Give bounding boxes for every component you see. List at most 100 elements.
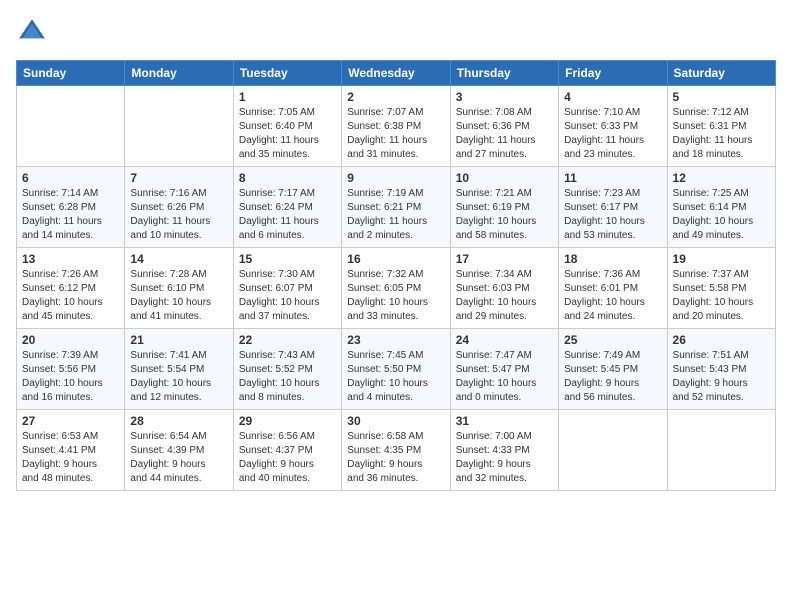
calendar-cell: 27 Sunrise: 6:53 AM Sunset: 4:41 PM Dayli… [17, 410, 125, 491]
day-number: 20 [22, 333, 119, 347]
cell-info: Sunrise: 7:32 AM Sunset: 6:05 PM Dayligh… [347, 268, 444, 324]
day-number: 22 [239, 333, 336, 347]
calendar-cell: 22 Sunrise: 7:43 AM Sunset: 5:52 PM Dayli… [233, 329, 341, 410]
cell-info: Sunrise: 7:12 AM Sunset: 6:31 PM Dayligh… [673, 106, 770, 162]
cell-info: Sunrise: 7:36 AM Sunset: 6:01 PM Dayligh… [564, 268, 661, 324]
calendar-cell: 3 Sunrise: 7:08 AM Sunset: 6:36 PM Daylig… [450, 86, 558, 167]
weekday-header-saturday: Saturday [667, 61, 775, 86]
cell-info: Sunrise: 6:58 AM Sunset: 4:35 PM Dayligh… [347, 430, 444, 486]
calendar-cell: 8Sunrise: 7:17 AM Sunset: 6:24 PM Daylig… [233, 167, 341, 248]
cell-info: Sunrise: 7:47 AM Sunset: 5:47 PM Dayligh… [456, 349, 553, 405]
calendar-cell: 11 Sunrise: 7:23 AM Sunset: 6:17 PM Dayli… [559, 167, 667, 248]
calendar-cell: 20 Sunrise: 7:39 AM Sunset: 5:56 PM Dayli… [17, 329, 125, 410]
cell-info: Sunrise: 6:54 AM Sunset: 4:39 PM Dayligh… [130, 430, 227, 486]
weekday-header-friday: Friday [559, 61, 667, 86]
day-number: 31 [456, 414, 553, 428]
day-number: 21 [130, 333, 227, 347]
page-header [16, 16, 776, 48]
cell-info: Sunrise: 7:34 AM Sunset: 6:03 PM Dayligh… [456, 268, 553, 324]
calendar-cell: 18 Sunrise: 7:36 AM Sunset: 6:01 PM Dayli… [559, 248, 667, 329]
day-number: 16 [347, 252, 444, 266]
day-number: 13 [22, 252, 119, 266]
day-number: 26 [673, 333, 770, 347]
day-number: 2 [347, 90, 444, 104]
calendar-cell: 19 Sunrise: 7:37 AM Sunset: 5:58 PM Dayli… [667, 248, 775, 329]
cell-info: Sunrise: 7:23 AM Sunset: 6:17 PM Dayligh… [564, 187, 661, 243]
calendar-table: SundayMondayTuesdayWednesdayThursdayFrid… [16, 60, 776, 491]
logo [16, 16, 52, 48]
calendar-cell: 28Sunrise: 6:54 AM Sunset: 4:39 PM Dayli… [125, 410, 233, 491]
calendar-cell: 15Sunrise: 7:30 AM Sunset: 6:07 PM Dayli… [233, 248, 341, 329]
calendar-cell [125, 86, 233, 167]
cell-info: Sunrise: 7:00 AM Sunset: 4:33 PM Dayligh… [456, 430, 553, 486]
cell-info: Sunrise: 7:07 AM Sunset: 6:38 PM Dayligh… [347, 106, 444, 162]
day-number: 11 [564, 171, 661, 185]
cell-info: Sunrise: 7:05 AM Sunset: 6:40 PM Dayligh… [239, 106, 336, 162]
cell-info: Sunrise: 7:41 AM Sunset: 5:54 PM Dayligh… [130, 349, 227, 405]
calendar-cell: 17 Sunrise: 7:34 AM Sunset: 6:03 PM Dayli… [450, 248, 558, 329]
calendar-cell: 26 Sunrise: 7:51 AM Sunset: 5:43 PM Dayli… [667, 329, 775, 410]
cell-info: Sunrise: 7:43 AM Sunset: 5:52 PM Dayligh… [239, 349, 336, 405]
weekday-header-monday: Monday [125, 61, 233, 86]
calendar-week-2: 6 Sunrise: 7:14 AM Sunset: 6:28 PM Daylig… [17, 167, 776, 248]
day-number: 25 [564, 333, 661, 347]
day-number: 29 [239, 414, 336, 428]
day-number: 24 [456, 333, 553, 347]
calendar-cell [667, 410, 775, 491]
cell-info: Sunrise: 7:16 AM Sunset: 6:26 PM Dayligh… [130, 187, 227, 243]
day-number: 18 [564, 252, 661, 266]
calendar-cell: 5 Sunrise: 7:12 AM Sunset: 6:31 PM Daylig… [667, 86, 775, 167]
day-number: 14 [130, 252, 227, 266]
calendar-cell: 14 Sunrise: 7:28 AM Sunset: 6:10 PM Dayli… [125, 248, 233, 329]
day-number: 19 [673, 252, 770, 266]
calendar-cell: 12 Sunrise: 7:25 AM Sunset: 6:14 PM Dayli… [667, 167, 775, 248]
calendar-cell [17, 86, 125, 167]
weekday-header-sunday: Sunday [17, 61, 125, 86]
day-number: 4 [564, 90, 661, 104]
calendar-cell: 7 Sunrise: 7:16 AM Sunset: 6:26 PM Daylig… [125, 167, 233, 248]
calendar-cell: 2 Sunrise: 7:07 AM Sunset: 6:38 PM Daylig… [342, 86, 450, 167]
calendar-cell: 24 Sunrise: 7:47 AM Sunset: 5:47 PM Dayli… [450, 329, 558, 410]
cell-info: Sunrise: 7:10 AM Sunset: 6:33 PM Dayligh… [564, 106, 661, 162]
cell-info: Sunrise: 7:51 AM Sunset: 5:43 PM Dayligh… [673, 349, 770, 405]
cell-info: Sunrise: 7:25 AM Sunset: 6:14 PM Dayligh… [673, 187, 770, 243]
calendar-cell: 4 Sunrise: 7:10 AM Sunset: 6:33 PM Daylig… [559, 86, 667, 167]
cell-info: Sunrise: 7:30 AM Sunset: 6:07 PM Dayligh… [239, 268, 336, 324]
calendar-cell: 31 Sunrise: 7:00 AM Sunset: 4:33 PM Dayli… [450, 410, 558, 491]
cell-info: Sunrise: 7:17 AM Sunset: 6:24 PM Dayligh… [239, 187, 336, 243]
cell-info: Sunrise: 7:39 AM Sunset: 5:56 PM Dayligh… [22, 349, 119, 405]
calendar-cell: 1 Sunrise: 7:05 AM Sunset: 6:40 PM Daylig… [233, 86, 341, 167]
calendar-cell: 30Sunrise: 6:58 AM Sunset: 4:35 PM Dayli… [342, 410, 450, 491]
calendar-cell: 16 Sunrise: 7:32 AM Sunset: 6:05 PM Dayli… [342, 248, 450, 329]
cell-info: Sunrise: 7:49 AM Sunset: 5:45 PM Dayligh… [564, 349, 661, 405]
calendar-cell: 25 Sunrise: 7:49 AM Sunset: 5:45 PM Dayli… [559, 329, 667, 410]
calendar-cell: 10Sunrise: 7:21 AM Sunset: 6:19 PM Dayli… [450, 167, 558, 248]
cell-info: Sunrise: 7:08 AM Sunset: 6:36 PM Dayligh… [456, 106, 553, 162]
day-number: 6 [22, 171, 119, 185]
cell-info: Sunrise: 7:28 AM Sunset: 6:10 PM Dayligh… [130, 268, 227, 324]
calendar-cell: 13 Sunrise: 7:26 AM Sunset: 6:12 PM Dayli… [17, 248, 125, 329]
calendar-cell: 21 Sunrise: 7:41 AM Sunset: 5:54 PM Dayli… [125, 329, 233, 410]
weekday-header-wednesday: Wednesday [342, 61, 450, 86]
day-number: 17 [456, 252, 553, 266]
day-number: 27 [22, 414, 119, 428]
calendar-week-3: 13 Sunrise: 7:26 AM Sunset: 6:12 PM Dayli… [17, 248, 776, 329]
cell-info: Sunrise: 7:14 AM Sunset: 6:28 PM Dayligh… [22, 187, 119, 243]
calendar-cell: 9Sunrise: 7:19 AM Sunset: 6:21 PM Daylig… [342, 167, 450, 248]
day-number: 5 [673, 90, 770, 104]
cell-info: Sunrise: 6:53 AM Sunset: 4:41 PM Dayligh… [22, 430, 119, 486]
cell-info: Sunrise: 7:45 AM Sunset: 5:50 PM Dayligh… [347, 349, 444, 405]
calendar-cell: 29 Sunrise: 6:56 AM Sunset: 4:37 PM Dayli… [233, 410, 341, 491]
cell-info: Sunrise: 7:26 AM Sunset: 6:12 PM Dayligh… [22, 268, 119, 324]
calendar-cell: 6 Sunrise: 7:14 AM Sunset: 6:28 PM Daylig… [17, 167, 125, 248]
day-number: 1 [239, 90, 336, 104]
day-number: 10 [456, 171, 553, 185]
calendar-week-1: 1 Sunrise: 7:05 AM Sunset: 6:40 PM Daylig… [17, 86, 776, 167]
cell-info: Sunrise: 6:56 AM Sunset: 4:37 PM Dayligh… [239, 430, 336, 486]
calendar-week-4: 20 Sunrise: 7:39 AM Sunset: 5:56 PM Dayli… [17, 329, 776, 410]
calendar-week-5: 27 Sunrise: 6:53 AM Sunset: 4:41 PM Dayli… [17, 410, 776, 491]
day-number: 3 [456, 90, 553, 104]
day-number: 12 [673, 171, 770, 185]
day-number: 7 [130, 171, 227, 185]
cell-info: Sunrise: 7:37 AM Sunset: 5:58 PM Dayligh… [673, 268, 770, 324]
